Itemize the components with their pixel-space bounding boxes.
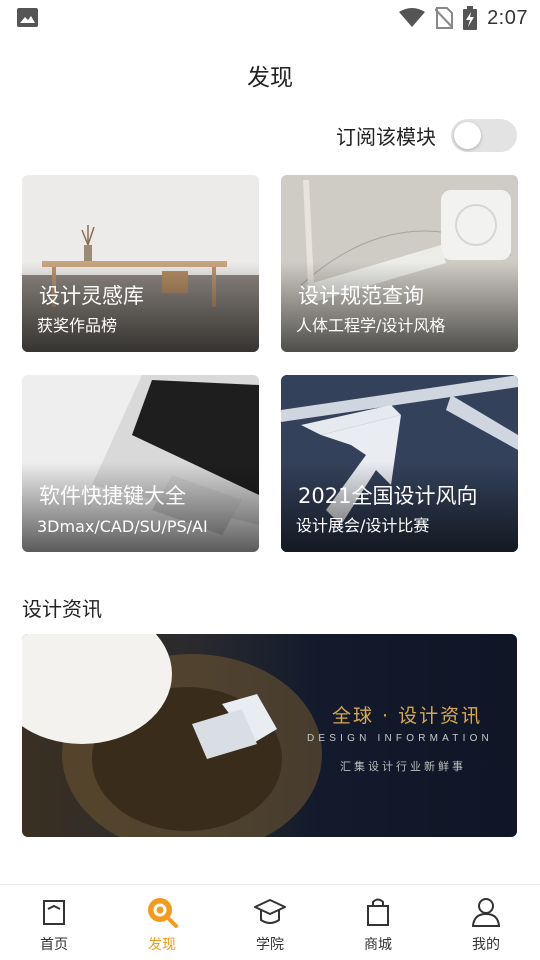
nav-academy[interactable]: 学院 xyxy=(216,885,324,960)
shop-icon xyxy=(367,898,389,926)
discover-icon xyxy=(148,898,178,928)
card-subtitle: 3Dmax/CAD/SU/PS/AI xyxy=(37,517,208,536)
nav-label: 学院 xyxy=(256,937,284,953)
home-icon xyxy=(43,900,65,925)
card-subtitle: 人体工程学/设计风格 xyxy=(296,316,446,335)
subscribe-label: 订阅该模块 xyxy=(336,125,436,149)
card-title: 设计规范查询 xyxy=(298,284,424,308)
banner-subtitle-cn: 汇集设计行业新鲜事 xyxy=(340,760,466,773)
card-subtitle: 获奖作品榜 xyxy=(37,316,118,335)
card-title: 软件快捷键大全 xyxy=(39,484,186,508)
card-subtitle: 设计展会/设计比赛 xyxy=(296,516,430,535)
section-title-news: 设计资讯 xyxy=(22,597,102,621)
banner-headline: 全球 · 设计资讯 xyxy=(332,705,483,727)
nav-home[interactable]: 首页 xyxy=(0,885,108,960)
card-design-standards[interactable]: 设计规范查询 人体工程学/设计风格 xyxy=(281,175,518,352)
nav-label: 发现 xyxy=(148,937,176,953)
nav-discover[interactable]: 发现 xyxy=(108,885,216,960)
page-title: 发现 xyxy=(247,65,293,91)
card-title: 设计灵感库 xyxy=(39,284,144,308)
nav-shop[interactable]: 商城 xyxy=(324,885,432,960)
banner-subtitle-en: DESIGN INFORMATION xyxy=(307,733,493,744)
battery-charging-icon xyxy=(463,6,478,30)
card-title: 2021全国设计风向 xyxy=(298,484,478,508)
subscribe-toggle[interactable] xyxy=(451,119,517,152)
status-bar: 2:07 xyxy=(0,0,540,36)
nav-label: 首页 xyxy=(40,937,68,953)
image-icon xyxy=(17,8,38,27)
nav-label: 我的 xyxy=(472,937,500,953)
card-software-shortcuts[interactable]: 软件快捷键大全 3Dmax/CAD/SU/PS/AI xyxy=(22,375,259,552)
nav-label: 商城 xyxy=(364,937,392,953)
academy-icon xyxy=(254,899,286,924)
no-sim-icon xyxy=(435,7,454,29)
profile-icon xyxy=(471,898,501,927)
wifi-icon xyxy=(399,8,426,27)
nav-profile[interactable]: 我的 xyxy=(432,885,540,960)
card-design-inspiration[interactable]: 设计灵感库 获奖作品榜 xyxy=(22,175,259,352)
bottom-nav: 首页 发现 学院 商城 我的 xyxy=(0,884,540,960)
card-design-trends[interactable]: 2021全国设计风向 设计展会/设计比赛 xyxy=(281,375,518,552)
status-time: 2:07 xyxy=(487,6,528,29)
toggle-knob xyxy=(454,122,481,149)
